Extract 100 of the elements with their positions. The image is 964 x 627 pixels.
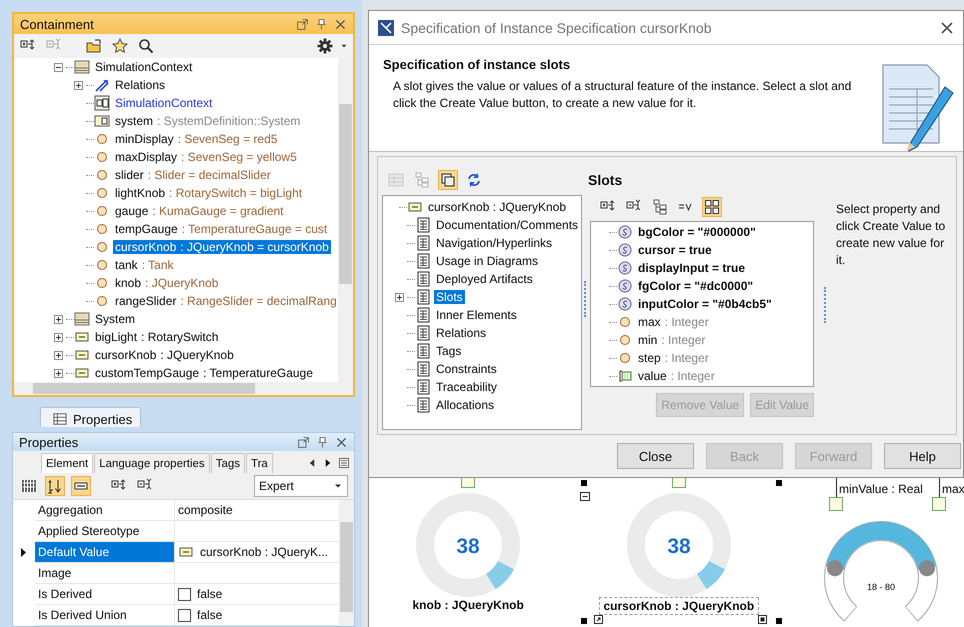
float-window-icon[interactable] [297, 436, 310, 448]
tree-item[interactable]: System [93, 312, 138, 326]
knob-label[interactable]: knob : JQueryKnob [408, 597, 528, 613]
dialog-button[interactable]: Help [884, 443, 961, 469]
property-name[interactable]: Default Value [35, 542, 175, 562]
star-icon[interactable] [112, 38, 128, 54]
folder-icon[interactable] [86, 38, 102, 54]
knob-label[interactable]: cursorKnob : JQueryKnob [598, 597, 760, 615]
slot-item[interactable]: fgColor = "#dc0000" [636, 279, 756, 293]
tree-item[interactable]: lightKnob : RotarySwitch = bigLight [113, 186, 304, 200]
tab[interactable]: Element [41, 453, 94, 473]
tree-item[interactable]: tempGauge : TemperatureGauge = cust [113, 222, 330, 236]
document-icon [415, 379, 431, 395]
tree-item[interactable]: Traceability [434, 380, 499, 394]
document-icon [415, 253, 431, 269]
slot-item[interactable]: bgColor = "#000000" [636, 225, 758, 239]
tree-item[interactable]: cursorKnob : JQueryKnob [93, 348, 236, 362]
tree-item[interactable]: customTempGauge : TemperatureGauge [93, 366, 315, 380]
slot-item[interactable]: value : Integer [636, 369, 717, 383]
tree-item[interactable]: Relations [434, 326, 488, 340]
property-name[interactable]: Applied Stereotype [35, 521, 175, 541]
property-icon [94, 239, 110, 255]
link-icon[interactable] [594, 615, 603, 624]
property-icon [94, 203, 110, 219]
tree-item[interactable]: SimulationContext [113, 96, 214, 110]
checkbox[interactable] [178, 588, 191, 600]
checkbox[interactable] [178, 608, 191, 622]
diagram-icon [94, 95, 110, 111]
pin-icon[interactable] [315, 18, 328, 30]
expand-toggle-icon[interactable] [74, 80, 83, 90]
tab[interactable]: Tags [210, 453, 245, 473]
field-button[interactable] [71, 476, 91, 496]
tree-item[interactable]: minDisplay : SevenSeg = red5 [113, 132, 280, 146]
slot-item[interactable]: max : Integer [636, 315, 711, 329]
tree-item[interactable]: Tags [434, 344, 464, 358]
tree-item[interactable]: tank : Tank [113, 258, 176, 272]
property-icon [94, 293, 110, 309]
tree-item[interactable]: bigLight : RotarySwitch [93, 330, 220, 344]
tree-item[interactable]: SimulationContext [93, 60, 194, 74]
sort-button[interactable] [45, 476, 65, 496]
tree-item[interactable]: Slots [434, 290, 465, 304]
hierarchy-icon [652, 199, 668, 215]
columns-icon [21, 478, 37, 494]
property-icon [94, 185, 110, 201]
collapse-toggle-icon[interactable] [54, 62, 63, 72]
tree-item[interactable]: Usage in Diagrams [434, 254, 540, 268]
vertical-scrollbar[interactable] [339, 500, 354, 626]
tree-item[interactable]: Inner Elements [434, 308, 519, 322]
settings-icon[interactable] [317, 38, 333, 54]
tree-item[interactable]: slider : Slider = decimalSlider [113, 168, 273, 182]
property-name[interactable]: Aggregation [35, 500, 175, 520]
expand-toggle-icon[interactable] [54, 368, 63, 378]
search-icon[interactable] [138, 38, 154, 54]
slot-item[interactable]: cursor = true [636, 243, 714, 257]
package-icon [74, 59, 90, 75]
close-icon[interactable] [335, 436, 348, 448]
expand-toggle-icon[interactable] [395, 292, 404, 302]
slot-item[interactable]: inputColor = "#0b4cb5" [636, 297, 774, 311]
close-icon[interactable] [939, 20, 955, 36]
slot-item[interactable]: displayInput = true [636, 261, 748, 275]
expand-toggle-icon[interactable] [54, 350, 63, 360]
property-name[interactable]: Is Derived [35, 584, 175, 604]
property-name[interactable]: Is Derived Union [35, 605, 175, 625]
tree-item[interactable]: cursorKnob : JQueryKnob = cursorKnob [113, 240, 331, 254]
tree-item[interactable]: knob : JQueryKnob [113, 276, 220, 290]
knob-value: 38 [456, 535, 480, 558]
tree-item[interactable]: Navigation/Hyperlinks [434, 236, 554, 250]
dialog-button[interactable]: Close [617, 443, 694, 469]
slot-item[interactable]: min : Integer [636, 333, 708, 347]
tab-list-icon[interactable] [338, 457, 350, 469]
tree-item[interactable]: Documentation/Comments [434, 218, 580, 232]
expand-toggle-icon[interactable] [54, 314, 63, 324]
properties-tab[interactable]: Properties [40, 407, 142, 427]
property-name[interactable]: Image [35, 563, 175, 583]
tree-item[interactable]: cursorKnob : JQueryKnob [426, 200, 568, 214]
close-icon[interactable] [334, 18, 347, 30]
tree-item[interactable]: Relations [113, 78, 168, 92]
minimize-icon[interactable] [580, 492, 590, 501]
pin-icon[interactable] [316, 436, 329, 448]
tab[interactable]: Language properties [94, 453, 210, 473]
tree-item[interactable]: Deployed Artifacts [434, 272, 535, 286]
copy-button[interactable] [438, 170, 458, 190]
float-window-icon[interactable] [296, 18, 309, 30]
slot-item[interactable]: step : Integer [636, 351, 711, 365]
tree-item[interactable]: maxDisplay : SevenSeg = yellow5 [113, 150, 299, 164]
tab[interactable]: Tra [246, 453, 273, 473]
property-icon [94, 257, 110, 273]
tree-item[interactable]: Allocations [434, 398, 496, 412]
grid-button[interactable] [702, 197, 722, 217]
tree-item[interactable]: gauge : KumaGauge = gradient [113, 204, 286, 218]
dialog-heading: Specification of instance slots [383, 57, 572, 72]
expand-toggle-icon[interactable] [54, 332, 63, 342]
tree-item[interactable]: system : SystemDefinition::System [113, 114, 302, 128]
document-icon [415, 307, 431, 323]
tree-item[interactable]: rangeSlider : RangeSlider = decimalRang [113, 294, 338, 308]
tree-item[interactable]: Constraints [434, 362, 499, 376]
horizontal-scrollbar[interactable] [14, 382, 353, 395]
compartment-icon[interactable] [758, 615, 767, 624]
mode-dropdown[interactable]: Expert [254, 475, 348, 497]
selection-handle [776, 480, 782, 486]
